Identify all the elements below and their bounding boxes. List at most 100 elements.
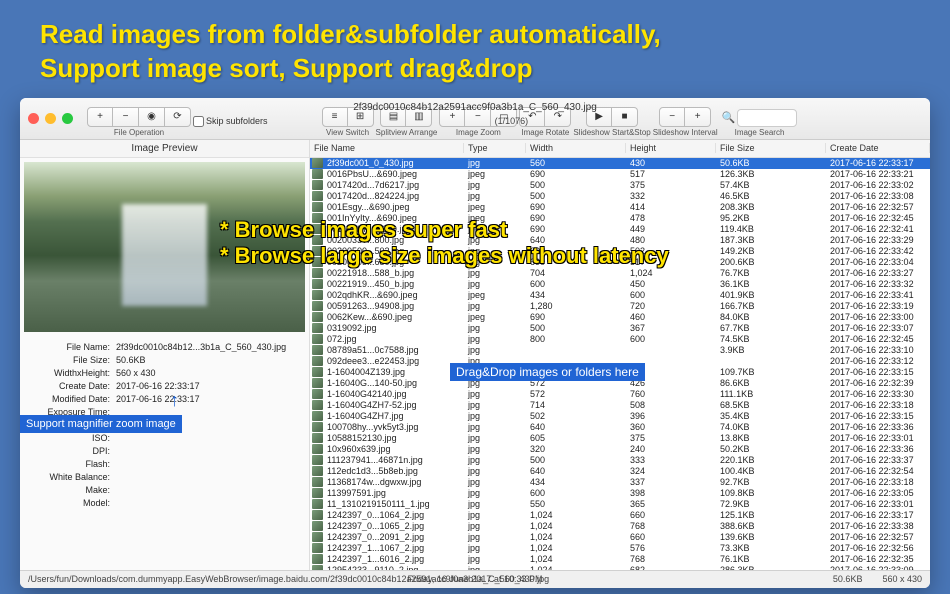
cell-type: jpg <box>466 334 528 344</box>
add-button[interactable]: + <box>87 107 113 127</box>
table-row[interactable]: 00221919...450_b.jpgjpg60045036.1KB2017-… <box>310 279 930 290</box>
zoom-window[interactable] <box>62 113 73 124</box>
cell-name: 1-16040G...140-50.jpg <box>325 378 466 388</box>
cell-date: 2017-06-16 22:33:07 <box>828 323 930 333</box>
cell-width: 600 <box>528 279 628 289</box>
thumb-icon <box>312 367 323 377</box>
cell-name: 00221918...588_b.jpg <box>325 268 466 278</box>
table-row[interactable]: 0017420d...7d6217.jpgjpg50037557.4KB2017… <box>310 180 930 191</box>
close-window[interactable] <box>28 113 39 124</box>
col-width[interactable]: Width <box>526 143 626 153</box>
cell-date: 2017-06-16 22:33:30 <box>828 389 930 399</box>
table-row[interactable]: 0062Kew...&690.jpegjpeg69046084.0KB2017-… <box>310 312 930 323</box>
thumb-icon <box>312 466 323 476</box>
table-row[interactable]: 10588152130.jpgjpg60537513.8KB2017-06-16… <box>310 433 930 444</box>
cell-width: 1,280 <box>528 301 628 311</box>
table-row[interactable]: 100708hy...yvk5yt3.jpgjpg64036074.0KB201… <box>310 422 930 433</box>
col-size[interactable]: File Size <box>716 143 826 153</box>
table-row[interactable]: 0016PbsU...&690.jpegjpeg690517126.3KB201… <box>310 169 930 180</box>
sidebar: Image Preview File Name:2f39dc0010c84b12… <box>20 140 310 570</box>
cell-date: 2017-06-16 22:33:02 <box>828 180 930 190</box>
col-height[interactable]: Height <box>626 143 716 153</box>
table-row[interactable]: 1-16040G4ZH7-52.jpgjpg71450868.5KB2017-0… <box>310 400 930 411</box>
cell-width: 690 <box>528 202 628 212</box>
table-row[interactable]: 1242397_0...1065_2.jpgjpg1,024768388.6KB… <box>310 521 930 532</box>
cell-date: 2017-06-16 22:33:15 <box>828 411 930 421</box>
col-filename[interactable]: File Name <box>310 143 464 153</box>
search-input[interactable] <box>737 109 797 127</box>
skip-subfolders-checkbox[interactable]: Skip subfolders <box>193 116 268 127</box>
cell-size: 111.1KB <box>718 389 828 399</box>
cell-height: 1,024 <box>628 268 718 278</box>
table-row[interactable]: 113997591.jpgjpg600398109.8KB2017-06-16 … <box>310 488 930 499</box>
slide-stop-button[interactable]: ■ <box>612 107 638 127</box>
cell-width: 320 <box>528 444 628 454</box>
table-row[interactable]: 11_1310219150111_1.jpgjpg55036572.9KB201… <box>310 499 930 510</box>
cell-height: 460 <box>628 312 718 322</box>
table-row[interactable]: 00591263...94908.jpgjpg1,280720166.7KB20… <box>310 301 930 312</box>
cell-height: 360 <box>628 422 718 432</box>
table-row[interactable]: 12954233...9110_2.jpgjpg1,024682286.3KB2… <box>310 565 930 570</box>
table-row[interactable]: 1-16040G42140.jpgjpg572760111.1KB2017-06… <box>310 389 930 400</box>
list-view-button[interactable]: ≡ <box>322 107 348 127</box>
table-row[interactable]: 112edc1d3...5b8eb.jpgjpg640324100.4KB201… <box>310 466 930 477</box>
meta-value: 2017-06-16 22:33:17 <box>116 394 299 404</box>
cell-date: 2017-06-16 22:32:45 <box>828 334 930 344</box>
main-content: Image Preview File Name:2f39dc0010c84b12… <box>20 140 930 570</box>
table-row[interactable]: 072.jpgjpg80060074.5KB2017-06-16 22:32:4… <box>310 334 930 345</box>
remove-button[interactable]: − <box>113 107 139 127</box>
meta-key: Create Date: <box>30 381 116 391</box>
meta-key: WidthxHeight: <box>30 368 116 378</box>
cell-width: 690 <box>528 213 628 223</box>
cell-date: 2017-06-16 22:32:39 <box>828 378 930 388</box>
table-row[interactable]: 00221918...588_b.jpgjpg7041,02476.7KB201… <box>310 268 930 279</box>
cell-name: 1-16040G4ZH7-52.jpg <box>325 400 466 410</box>
cell-date: 2017-06-16 22:33:15 <box>828 367 930 377</box>
thumb-icon <box>312 389 323 399</box>
cell-size: 95.2KB <box>718 213 828 223</box>
refresh-button[interactable]: ⟳ <box>165 107 191 127</box>
table-row[interactable]: 111237941...46871n.jpgjpg500333220.1KB20… <box>310 455 930 466</box>
thumb-icon <box>312 554 323 564</box>
minimize-window[interactable] <box>45 113 56 124</box>
cell-height: 414 <box>628 202 718 212</box>
cell-width: 434 <box>528 477 628 487</box>
interval-dec-button[interactable]: − <box>659 107 685 127</box>
cell-date: 2017-06-16 22:33:36 <box>828 444 930 454</box>
status-dim: 560 x 430 <box>882 574 922 584</box>
cell-date: 2017-06-16 22:33:12 <box>828 356 930 366</box>
table-row[interactable]: 11368174w...dgwxw.jpgjpg43433792.7KB2017… <box>310 477 930 488</box>
zoom-callout: Support magnifier zoom image <box>20 415 182 433</box>
table-row[interactable]: 08789a51...0c7588.jpgjpg3.9KB2017-06-16 … <box>310 345 930 356</box>
meta-key: File Name: <box>30 342 116 352</box>
cell-type: jpg <box>466 301 528 311</box>
table-row[interactable]: 1242397_1...6016_2.jpgjpg1,02476876.1KB2… <box>310 554 930 565</box>
cell-date: 2017-06-16 22:33:29 <box>828 235 930 245</box>
cell-width: 1,024 <box>528 521 628 531</box>
table-row[interactable]: 1242397_0...1064_2.jpgjpg1,024660125.1KB… <box>310 510 930 521</box>
table-row[interactable]: 0017420d...824224.jpgjpg50033246.5KB2017… <box>310 191 930 202</box>
table-row[interactable]: 1242397_0...2091_2.jpgjpg1,024660139.6KB… <box>310 532 930 543</box>
list-header: File Name Type Width Height File Size Cr… <box>310 140 930 158</box>
cell-type: jpg <box>466 345 528 355</box>
table-row[interactable]: 1-16040G4ZH7.jpgjpg50239635.4KB2017-06-1… <box>310 411 930 422</box>
cell-height: 396 <box>628 411 718 421</box>
cell-type: jpg <box>466 433 528 443</box>
eye-button[interactable]: ◉ <box>139 107 165 127</box>
thumb-icon <box>312 488 323 498</box>
col-type[interactable]: Type <box>464 143 526 153</box>
table-row[interactable]: 2f39dc001_0_430.jpgjpg56043050.6KB2017-0… <box>310 158 930 169</box>
col-date[interactable]: Create Date <box>826 143 930 153</box>
table-row[interactable]: 1242397_1...1067_2.jpgjpg1,02457673.3KB2… <box>310 543 930 554</box>
cell-name: 072.jpg <box>325 334 466 344</box>
promo-line-1: Read images from folder&subfolder automa… <box>40 18 910 52</box>
table-row[interactable]: 001Esgy...&690.jpegjpeg690414208.3KB2017… <box>310 202 930 213</box>
table-row[interactable]: 0319092.jpgjpg50036767.7KB2017-06-16 22:… <box>310 323 930 334</box>
cell-width: 640 <box>528 422 628 432</box>
cell-name: 2f39dc001_0_430.jpg <box>325 158 466 168</box>
metadata-row: Model: <box>30 498 299 508</box>
interval-inc-button[interactable]: + <box>685 107 711 127</box>
cell-size: 76.7KB <box>718 268 828 278</box>
table-row[interactable]: 002qdhKR...&690.jpegjpeg434600401.9KB201… <box>310 290 930 301</box>
table-row[interactable]: 10x960x639.jpgjpg32024050.2KB2017-06-16 … <box>310 444 930 455</box>
